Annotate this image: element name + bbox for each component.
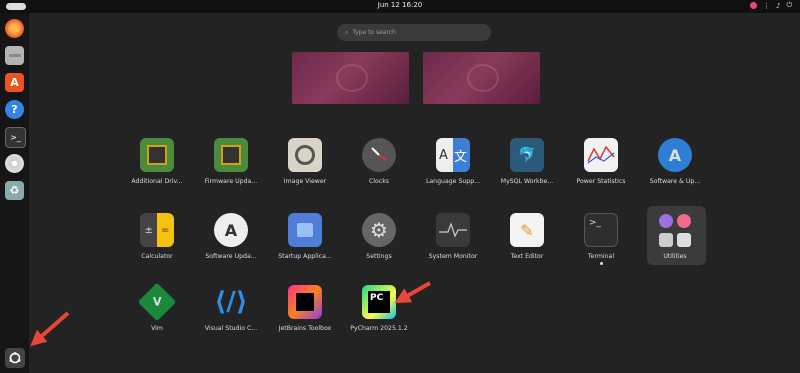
app-terminal[interactable]: >_ Terminal (563, 213, 639, 265)
app-startup-applications[interactable]: Startup Applica... (267, 213, 343, 260)
app-label: System Monitor (428, 253, 478, 260)
app-label: Text Editor (510, 253, 544, 260)
app-grid-overview: ⌕ Type to search Additional Driv... Firm… (29, 13, 800, 373)
app-center-icon[interactable]: A (5, 73, 24, 92)
app-language-support[interactable]: A文 Language Supp... (415, 138, 491, 185)
app-system-monitor[interactable]: System Monitor (415, 213, 491, 260)
workspace-thumbnail-2[interactable] (423, 52, 540, 104)
app-label: Visual Studio C... (204, 325, 258, 332)
app-clocks[interactable]: Clocks (341, 138, 417, 185)
app-pycharm[interactable]: PC PyCharm 2025.1.2 (341, 285, 417, 332)
clock-icon (362, 138, 396, 172)
app-label: Software Upda... (205, 253, 257, 260)
notification-icon[interactable] (749, 2, 757, 9)
jetbrains-icon (288, 285, 322, 319)
clock[interactable]: Jun 12 16:20 (0, 1, 800, 9)
app-software-updater[interactable]: A Software Upda... (193, 213, 269, 260)
network-icon[interactable]: ⋮ (763, 2, 770, 10)
dock: A ? >_ ♻ (0, 13, 30, 373)
app-label: Vim (151, 325, 163, 332)
app-label: Firmware Upda... (204, 178, 258, 185)
app-label: Clocks (368, 178, 390, 185)
trash-icon[interactable]: ♻ (5, 181, 24, 200)
app-utilities[interactable]: Utilities (637, 213, 713, 260)
app-text-editor[interactable]: ✎ Text Editor (489, 213, 565, 260)
chart-line-icon (587, 145, 615, 164)
running-indicator (599, 262, 603, 265)
app-jetbrains-toolbox[interactable]: JetBrains Toolbox (267, 285, 343, 332)
workspace-thumbnail-1[interactable] (292, 52, 409, 104)
gear-icon: ⚙ (362, 213, 396, 247)
folder-icon (658, 213, 692, 247)
pycharm-icon: PC (362, 285, 396, 319)
system-monitor-icon (436, 213, 470, 247)
calculator-icon: ± = (140, 213, 174, 247)
app-software-updates[interactable]: A Software & Up... (637, 138, 713, 185)
app-label: MySQL Workbe... (500, 178, 554, 185)
pulse-line-icon (439, 222, 467, 238)
app-label: JetBrains Toolbox (278, 325, 332, 332)
clock-hands-icon (371, 147, 387, 161)
image-viewer-icon (288, 138, 322, 172)
top-bar: Jun 12 16:20 ⋮ ♪ ⏻ (0, 0, 800, 13)
vscode-icon: ⟨/⟩ (214, 287, 248, 317)
app-additional-drivers[interactable]: Additional Driv... (119, 138, 195, 185)
power-icon[interactable]: ⏻ (786, 1, 792, 10)
terminal-icon[interactable]: >_ (5, 127, 26, 148)
vim-icon: V (137, 282, 177, 322)
mysql-icon: 🐬 (510, 138, 544, 172)
software-updater-icon: A (214, 213, 248, 247)
app-mysql-workbench[interactable]: 🐬 MySQL Workbe... (489, 138, 565, 185)
files-icon[interactable] (5, 46, 24, 65)
disc-icon[interactable] (5, 154, 24, 173)
app-settings[interactable]: ⚙ Settings (341, 213, 417, 260)
app-visual-studio-code[interactable]: ⟨/⟩ Visual Studio C... (193, 285, 269, 332)
chip-icon (214, 138, 248, 172)
software-updates-icon: A (658, 138, 692, 172)
text-editor-icon: ✎ (510, 213, 544, 247)
app-power-statistics[interactable]: Power Statistics (563, 138, 639, 185)
app-label: Settings (366, 253, 392, 260)
app-label: PyCharm 2025.1.2 (350, 325, 408, 332)
app-label: Terminal (587, 253, 615, 260)
terminal-icon: >_ (584, 213, 618, 247)
app-firmware-updater[interactable]: Firmware Upda... (193, 138, 269, 185)
app-label: Utilities (663, 253, 687, 260)
system-tray[interactable]: ⋮ ♪ ⏻ (749, 1, 792, 10)
help-icon[interactable]: ? (5, 100, 24, 119)
show-apps-button[interactable] (5, 348, 25, 368)
volume-icon[interactable]: ♪ (776, 2, 780, 10)
firefox-icon[interactable] (5, 19, 24, 38)
chart-icon (584, 138, 618, 172)
app-label: Startup Applica... (278, 253, 332, 260)
app-label: Additional Driv... (131, 178, 183, 185)
app-label: Language Supp... (425, 178, 481, 185)
app-label: Software & Up... (649, 178, 701, 185)
search-placeholder: Type to search (352, 29, 396, 36)
app-vim[interactable]: V Vim (119, 282, 195, 332)
ubuntu-logo-icon (9, 352, 21, 364)
app-label: Image Viewer (283, 178, 327, 185)
app-calculator[interactable]: ± = Calculator (119, 213, 195, 260)
search-input[interactable]: ⌕ Type to search (337, 24, 491, 41)
language-icon: A文 (436, 138, 470, 172)
app-image-viewer[interactable]: Image Viewer (267, 138, 343, 185)
startup-icon (288, 213, 322, 247)
app-label: Power Statistics (576, 178, 626, 185)
search-icon: ⌕ (345, 28, 349, 36)
chip-icon (140, 138, 174, 172)
app-label: Calculator (141, 253, 173, 260)
